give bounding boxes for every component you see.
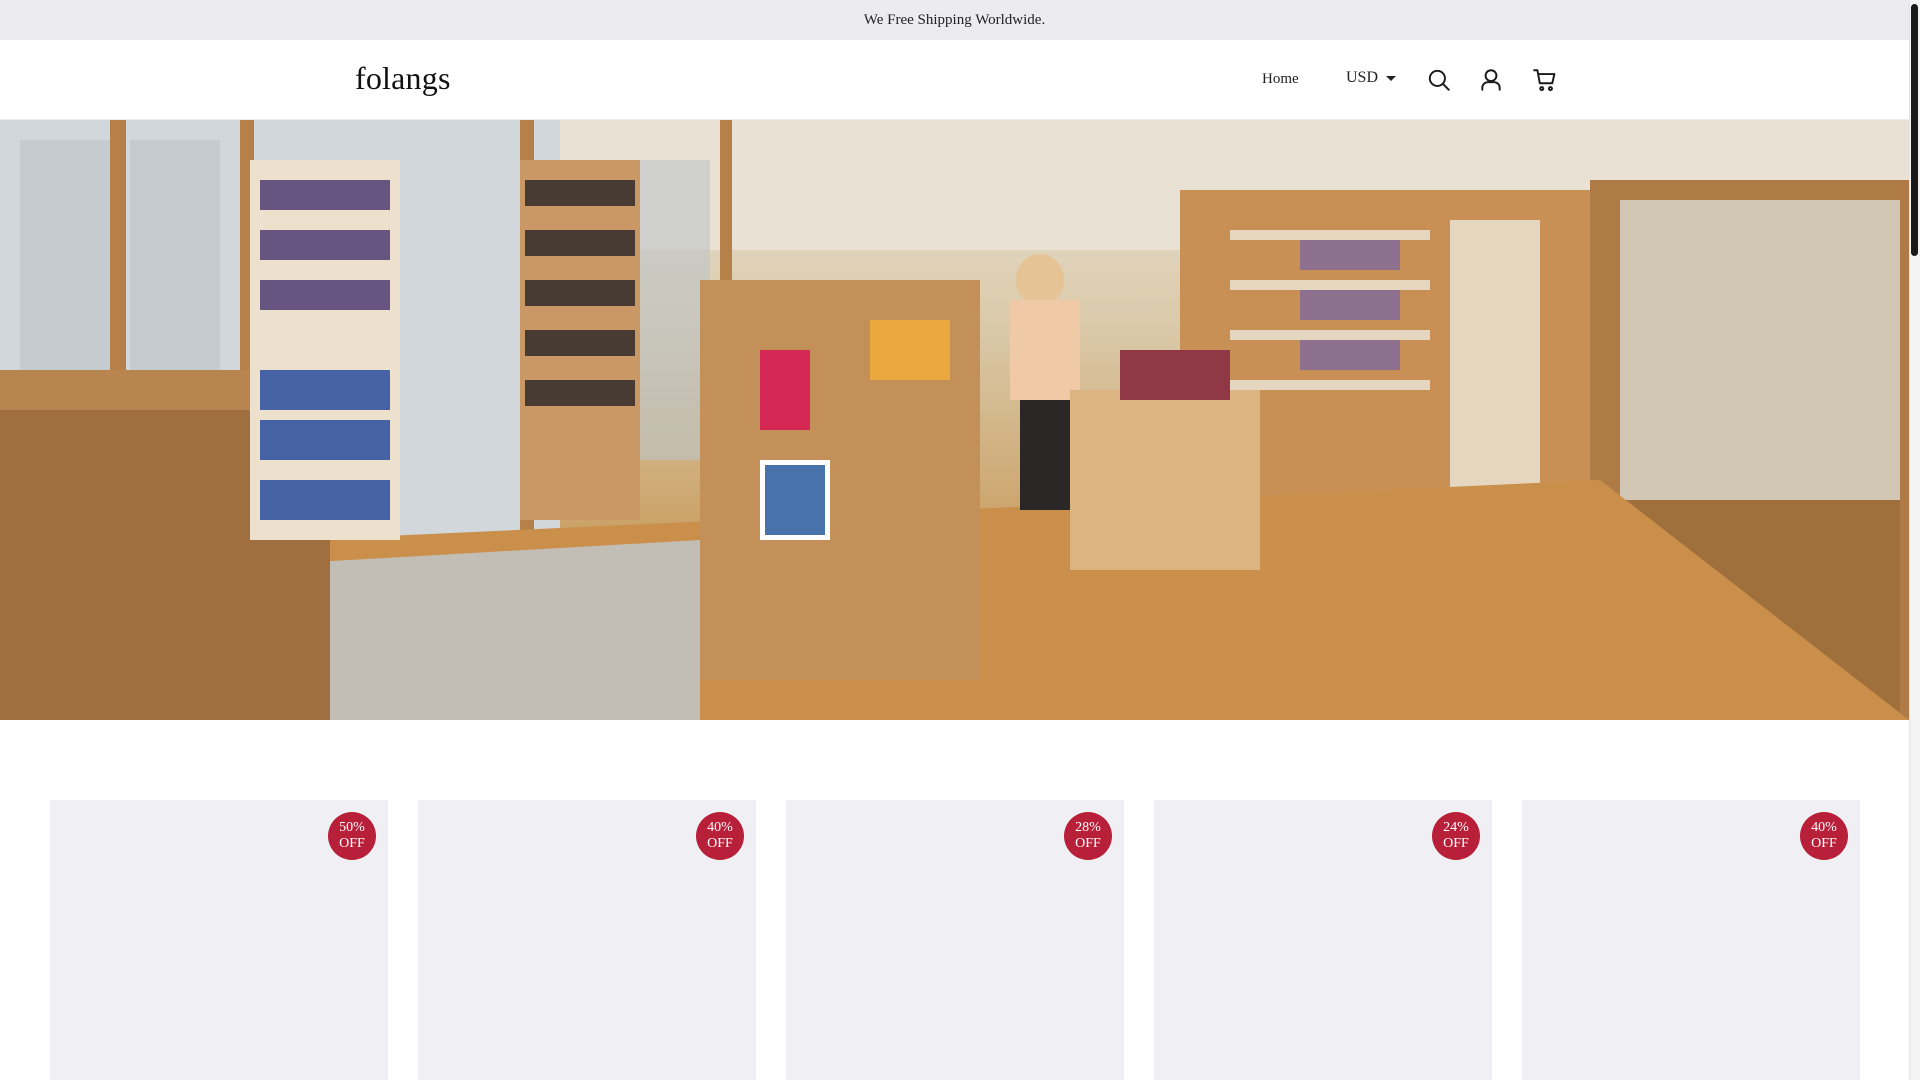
discount-badge: 28% OFF [1064, 812, 1112, 860]
site-header: folangs Home USD [0, 40, 1909, 120]
announcement-bar: We Free Shipping Worldwide. [0, 0, 1909, 40]
product-grid: 50% OFF 40% OFF 28% OFF 24% OFF 40% OFF [0, 800, 1909, 1080]
page-scrollbar[interactable] [1909, 0, 1920, 1080]
cart-icon[interactable] [1532, 67, 1558, 93]
discount-percent: 50% [339, 820, 365, 835]
currency-value: USD [1346, 69, 1379, 86]
store-interior-photo [0, 120, 1909, 720]
caret-down-icon [1386, 76, 1397, 81]
product-card[interactable]: 24% OFF [1154, 800, 1492, 1080]
discount-percent: 24% [1443, 820, 1469, 835]
discount-percent: 40% [707, 820, 733, 835]
discount-badge: 24% OFF [1432, 812, 1480, 860]
nav-home-link[interactable]: Home [1262, 71, 1299, 88]
scrollbar-thumb[interactable] [1911, 4, 1918, 256]
discount-label: OFF [1811, 836, 1837, 851]
discount-label: OFF [339, 836, 365, 851]
discount-badge: 40% OFF [696, 812, 744, 860]
search-icon[interactable] [1426, 67, 1452, 93]
discount-label: OFF [707, 836, 733, 851]
discount-badge: 40% OFF [1800, 812, 1848, 860]
product-card[interactable]: 40% OFF [418, 800, 756, 1080]
discount-percent: 28% [1075, 820, 1101, 835]
discount-label: OFF [1075, 836, 1101, 851]
product-card[interactable]: 50% OFF [50, 800, 388, 1080]
discount-badge: 50% OFF [328, 812, 376, 860]
logo[interactable]: folangs [355, 60, 451, 97]
product-card[interactable]: 40% OFF [1522, 800, 1860, 1080]
currency-selector[interactable]: USD [1346, 69, 1397, 87]
hero-banner[interactable] [0, 120, 1909, 720]
discount-label: OFF [1443, 836, 1469, 851]
announcement-text: We Free Shipping Worldwide. [863, 11, 1046, 28]
discount-percent: 40% [1811, 820, 1837, 835]
product-card[interactable]: 28% OFF [786, 800, 1124, 1080]
account-icon[interactable] [1478, 67, 1504, 93]
